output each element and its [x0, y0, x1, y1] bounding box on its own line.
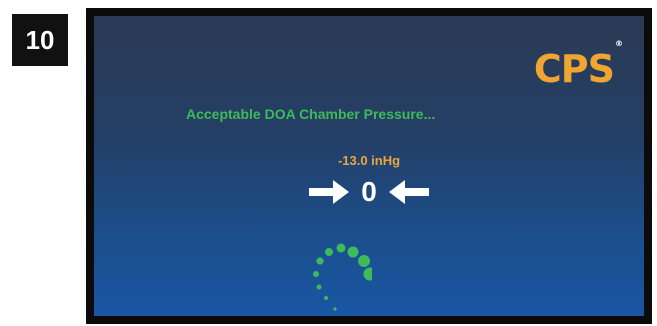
target-pressure-value: -13.0 inHg: [337, 153, 401, 168]
current-pressure-reading: 0: [361, 176, 377, 207]
cps-logo: CPS®: [533, 40, 623, 91]
registered-mark: ®: [615, 39, 623, 49]
device-screen: CPS® Acceptable DOA Chamber Pressure... …: [94, 16, 644, 316]
arrow-left-icon: [388, 180, 429, 204]
status-message: Acceptable DOA Chamber Pressure...: [186, 106, 436, 122]
pressure-reading-row: 0: [94, 178, 644, 206]
device-display-frame: CPS® Acceptable DOA Chamber Pressure... …: [86, 8, 652, 324]
arrow-right-icon: [309, 180, 350, 204]
step-number-badge: 10: [12, 14, 68, 66]
loading-spinner-icon: [313, 243, 372, 311]
logo-text: CPS: [533, 47, 615, 91]
